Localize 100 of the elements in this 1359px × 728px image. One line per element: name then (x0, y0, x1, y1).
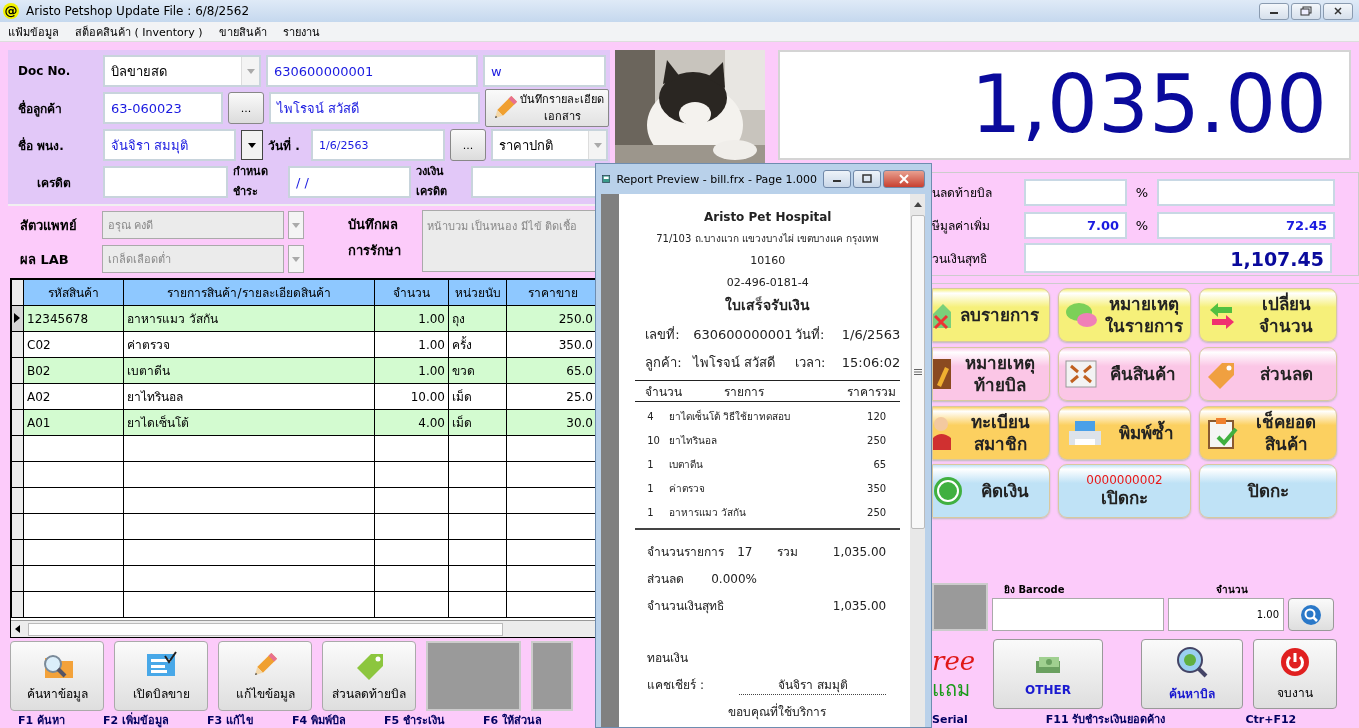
table-cell: ครั้ง (448, 331, 507, 358)
table-cell: 12345678 (23, 305, 124, 332)
browse-button[interactable]: ... (228, 92, 264, 124)
column-header: รายการ (724, 383, 766, 401)
quantity-field[interactable]: 1.00 (1168, 598, 1284, 631)
menu-item[interactable]: ขายสินค้า (218, 22, 267, 41)
action-button[interactable]: หมายเหตุ ท้ายบิล (932, 346, 1050, 401)
column-header[interactable]: รหัสสินค้า (23, 279, 124, 306)
shortcut-hint: F4 พิมพ์บิล (292, 713, 346, 728)
field-label: รวม (777, 544, 800, 561)
app-icon: @ (3, 3, 19, 19)
text-field[interactable]: w (483, 55, 606, 87)
net-amount-field[interactable]: 1,107.45 (1024, 243, 1332, 273)
table-cell-text: 120 (866, 410, 887, 422)
field-label: จำนวน (1215, 583, 1248, 595)
shortcut-hint: Serial (932, 712, 968, 726)
date-field[interactable]: 1/6/2563 (311, 129, 445, 161)
table-cell-text: 250 (866, 506, 887, 518)
toolbar-button[interactable]: ค้นหาบิล (1141, 639, 1243, 709)
field-value: 15:06:02 (840, 354, 901, 370)
table-cell: 4.00 (374, 409, 449, 436)
total-value: 1,035.00 (832, 544, 887, 559)
field-label: นลดท้ายบิล (932, 184, 993, 202)
shortcut-hint: F6 ให้ส่วนล (483, 712, 542, 728)
action-button[interactable]: เช็คยอด สินค้า (1199, 405, 1337, 460)
shortcut-hint: F2 เพิ่มข้อมูล (103, 711, 169, 728)
field-label: จำนวนเงินสุทธิ (647, 598, 726, 615)
table-cell: 1.00 (374, 331, 449, 358)
table-cell-text: 1 (647, 458, 655, 470)
toolbar-button[interactable]: เปิดบิลขาย (114, 641, 208, 711)
table-cell: 250.0 (506, 305, 595, 332)
table-cell: 65.0 (506, 357, 595, 384)
shortcut-hint: F3 แก้ไข (207, 713, 254, 728)
field-label: บันทึกผล การรักษา (348, 216, 402, 260)
field-label: วนเงินสุทธิ (932, 250, 988, 268)
table-cell-text: ค่าตรวจ (669, 481, 707, 496)
action-button[interactable]: คิดเงิน (932, 464, 1050, 519)
table-cell: 1.00 (374, 357, 449, 384)
due-date-field[interactable]: / / (288, 166, 411, 198)
field-label: ผล LAB (19, 250, 70, 269)
toolbar-button[interactable]: จบงาน (1253, 639, 1337, 709)
item-count: 17 (737, 544, 754, 559)
menu-item[interactable]: สต็อคสินค้า ( Inventory ) (75, 22, 203, 41)
column-header[interactable]: จำนวน (374, 279, 449, 306)
field-label: Doc No. (17, 64, 72, 78)
table-cell-text: 1 (647, 506, 655, 518)
table-cell-text: 350 (866, 482, 887, 494)
field-value: 630600000001 (693, 326, 794, 342)
customer-code-field[interactable]: 63-060023 (103, 92, 223, 124)
table-cell-text: 4 (647, 410, 655, 422)
action-button[interactable]: 0000000002 เปิดกะ (1058, 464, 1191, 519)
field-label: เครดิต (36, 174, 72, 192)
field-label: ลูกค้า: (645, 353, 683, 373)
document-type-dropdown[interactable]: บิลขายสด (103, 55, 261, 87)
column-header[interactable]: รายการสินค้า/รายละเอียดสินค้า (123, 279, 375, 306)
browse-button[interactable]: ... (450, 129, 486, 161)
table-cell: เม็ด (448, 383, 507, 410)
field-label: ชื่อ พนง. (17, 136, 65, 155)
staff-name-field[interactable]: จันจิรา สมมุติ (103, 129, 236, 161)
action-button[interactable]: เปลี่ยน จำนวน (1199, 288, 1337, 342)
menu-item[interactable]: รายงาน (282, 22, 320, 41)
customer-name-field[interactable]: ไพโรจน์ สวัสดี (269, 92, 480, 124)
action-button[interactable]: ลบรายการ (932, 288, 1050, 342)
percent-field[interactable]: 7.00 (1024, 211, 1127, 239)
column-header[interactable]: ราคาขาย (506, 279, 595, 306)
table-cell: ยาไดเซ็นโต้ (123, 409, 375, 436)
record-details-button[interactable]: บันทึกรายละเอียด เอกสาร (485, 89, 609, 127)
freebie-label: แถม (932, 676, 971, 702)
table-cell: 1.00 (374, 305, 449, 332)
discount-value: 0.000% (711, 571, 757, 586)
toolbar-button[interactable]: แก้ไขข้อมูล (218, 641, 312, 711)
toolbar-button[interactable]: ส่วนลดท้ายบิล (322, 641, 416, 711)
amount-field[interactable]: 72.45 (1157, 211, 1335, 239)
shortcut-hint: F1 ค้นหา (18, 713, 65, 728)
table-cell-text: 1 (647, 482, 655, 494)
field-label: ทอนเงิน (647, 650, 690, 667)
action-button[interactable]: พิมพ์ซ้ำ (1058, 405, 1191, 460)
column-header: ราคารวม (846, 383, 897, 401)
document-number-field[interactable]: 630600000001 (266, 55, 478, 87)
action-button[interactable]: ทะเบียน สมาชิก (932, 405, 1050, 460)
percent-sign: % (1134, 217, 1150, 233)
action-button[interactable]: ส่วนลด (1199, 346, 1337, 401)
toolbar-button[interactable]: OTHER (993, 639, 1103, 709)
receipt-heading: ใบเสร็จรับเงิน (724, 295, 812, 315)
field-label: สัตวแพทย์ (19, 216, 78, 235)
menu-item[interactable]: แฟ้มข้อมูล (8, 22, 59, 41)
field-label: ส่วนลด (647, 571, 686, 588)
action-button[interactable]: หมายเหตุ ในรายการ (1058, 288, 1191, 342)
table-cell-text: 250 (866, 434, 887, 446)
field-value: ไพโรจน์ สวัสดี (693, 353, 777, 372)
postcode-text: 10160 (749, 253, 787, 269)
toolbar-button[interactable]: ค้นหาข้อมูล (10, 641, 104, 711)
field-label: เลขที่: (645, 325, 681, 344)
column-header[interactable]: หน่วยนับ (448, 279, 507, 306)
action-button[interactable]: คืนสินค้า (1058, 346, 1191, 401)
table-cell-text: ยาไทรินอล (669, 433, 719, 448)
total-amount-display: 1,035.00 (778, 50, 1351, 160)
price-type-dropdown[interactable]: ราคาปกติ (491, 129, 608, 161)
action-button[interactable]: ปิดกะ (1199, 464, 1337, 519)
table-cell: อาหารแมว วัสกัน (123, 305, 375, 332)
